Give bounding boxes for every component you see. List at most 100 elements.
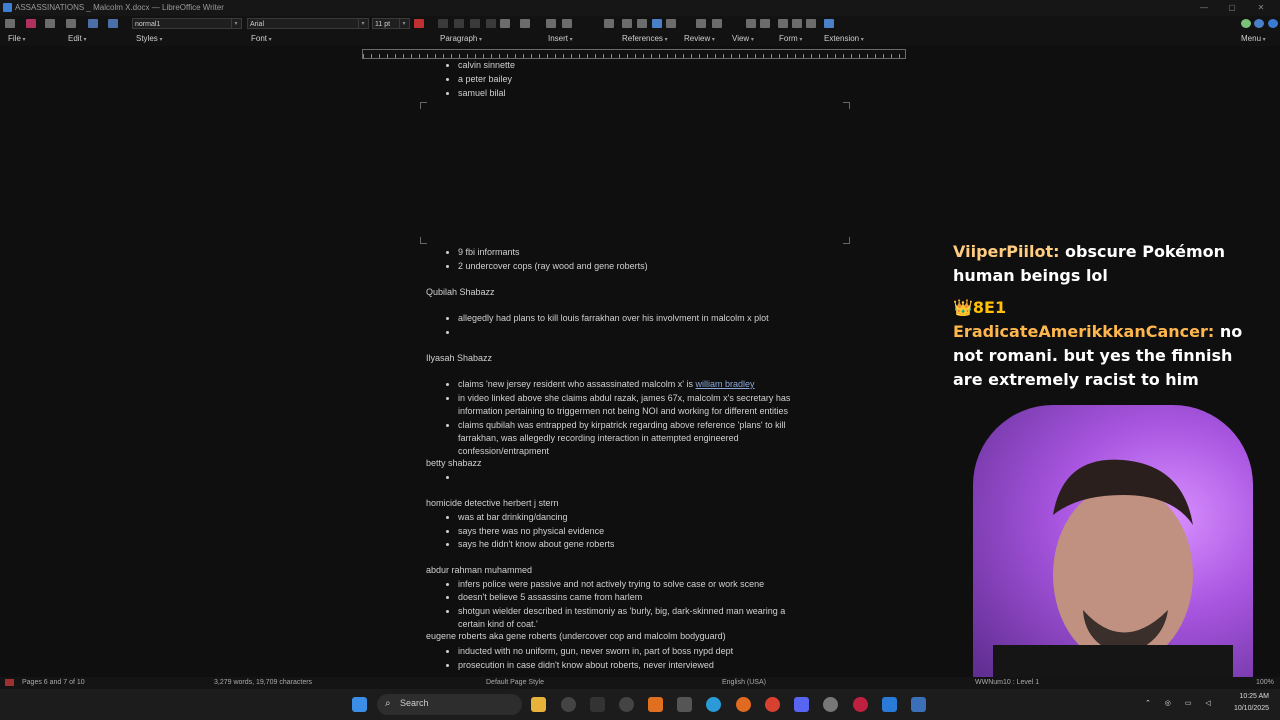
chevron-down-icon[interactable]: ▾ xyxy=(231,19,240,28)
section-heading: betty shabazz xyxy=(426,458,482,468)
menu-review[interactable]: Review xyxy=(684,34,715,43)
list-icon[interactable] xyxy=(500,19,510,28)
paragraph-style-combo[interactable]: normal1 ▾ xyxy=(132,18,242,29)
justify-icon[interactable] xyxy=(486,19,496,28)
app-icon[interactable] xyxy=(590,697,605,712)
align-right-icon[interactable] xyxy=(470,19,480,28)
list-item: prosecution in case didn't know about ro… xyxy=(458,660,714,670)
menu-paragraph[interactable]: Paragraph xyxy=(440,34,482,43)
obs-icon[interactable] xyxy=(823,697,838,712)
save-icon[interactable] xyxy=(26,19,36,28)
clock-time[interactable]: 10:25 AM xyxy=(1205,693,1269,700)
search-icon: ⌕ xyxy=(385,698,391,709)
extension-icon[interactable] xyxy=(824,19,834,28)
minimize-button[interactable]: — xyxy=(1195,2,1213,14)
list-item-continuation: certain kind of coat.' xyxy=(458,619,538,629)
insert-image-icon[interactable] xyxy=(546,19,556,28)
chevron-down-icon[interactable]: ▾ xyxy=(358,19,367,28)
list-bullet xyxy=(446,424,449,427)
app-icon[interactable] xyxy=(561,697,576,712)
vscode-icon[interactable] xyxy=(882,697,897,712)
horizontal-ruler[interactable] xyxy=(362,49,906,59)
user-icon[interactable] xyxy=(1254,19,1264,28)
search-placeholder: Search xyxy=(400,698,429,708)
zoom-level[interactable]: 100% xyxy=(1256,679,1274,686)
firefox-icon[interactable] xyxy=(736,697,751,712)
section-heading: eugene roberts aka gene roberts (underco… xyxy=(426,631,726,641)
open-icon[interactable] xyxy=(5,19,15,28)
list-item: claims qubilah was entrapped by kirpatri… xyxy=(458,420,786,430)
formatting-marks-icon[interactable] xyxy=(746,19,756,28)
page-break-icon[interactable] xyxy=(622,19,632,28)
clock-date[interactable]: 10/10/2025 xyxy=(1205,705,1269,712)
endnote-icon[interactable] xyxy=(666,19,676,28)
theme-icon[interactable] xyxy=(1241,19,1251,28)
align-left-icon[interactable] xyxy=(438,19,448,28)
insert-link-icon[interactable] xyxy=(637,19,647,28)
draw-line-icon[interactable] xyxy=(778,19,788,28)
align-center-icon[interactable] xyxy=(454,19,464,28)
maximize-button[interactable]: ▢ xyxy=(1223,2,1241,14)
help-icon[interactable] xyxy=(1268,19,1278,28)
list-item: doesn't believe 5 assassins came from ha… xyxy=(458,592,643,602)
page-corner-mark xyxy=(420,102,427,109)
app-icon[interactable] xyxy=(619,697,634,712)
insert-table-icon[interactable] xyxy=(562,19,572,28)
menu-font[interactable]: Font xyxy=(251,34,272,43)
page-count[interactable]: Pages 6 and 7 of 10 xyxy=(22,679,85,686)
menu-main[interactable]: Menu xyxy=(1241,34,1266,43)
spacing-icon[interactable] xyxy=(520,19,530,28)
windows-start-icon[interactable] xyxy=(352,697,367,712)
track-changes-icon[interactable] xyxy=(712,19,722,28)
william-bradley-link[interactable]: william bradley xyxy=(696,379,755,389)
menu-view[interactable]: View xyxy=(732,34,754,43)
menu-file[interactable]: File xyxy=(8,34,26,43)
font-size-combo[interactable]: 11 pt ▾ xyxy=(372,18,410,29)
list-bullet xyxy=(446,664,449,667)
print-icon[interactable] xyxy=(66,19,76,28)
basic-shapes-icon[interactable] xyxy=(792,19,802,28)
font-name-combo[interactable]: Arial ▾ xyxy=(247,18,369,29)
menu-extension[interactable]: Extension xyxy=(824,34,864,43)
special-character-icon[interactable] xyxy=(760,19,770,28)
menu-edit[interactable]: Edit xyxy=(68,34,86,43)
comment-icon[interactable] xyxy=(696,19,706,28)
list-bullet xyxy=(446,92,449,95)
checkbox-form-icon[interactable] xyxy=(806,19,816,28)
app-icon[interactable] xyxy=(677,697,692,712)
list-bullet xyxy=(446,397,449,400)
insert-field-icon[interactable] xyxy=(604,19,614,28)
list-bullet xyxy=(446,64,449,67)
menu-styles[interactable]: Styles xyxy=(136,34,162,43)
list-item: was at bar drinking/dancing xyxy=(458,512,568,522)
page-corner-mark xyxy=(843,237,850,244)
chrome-icon[interactable] xyxy=(765,697,780,712)
title-bar: ASSASSINATIONS _ Malcolm X.docx — LibreO… xyxy=(0,0,1280,16)
list-item-continuation: confession/entrapment xyxy=(458,446,550,456)
word-count[interactable]: 3,279 words, 19,709 characters xyxy=(214,679,312,686)
footnote-icon[interactable] xyxy=(652,19,662,28)
undo-icon[interactable] xyxy=(88,19,98,28)
vlc-icon[interactable] xyxy=(648,697,663,712)
page-style[interactable]: Default Page Style xyxy=(486,679,544,686)
taskbar-search[interactable]: ⌕ Search xyxy=(377,694,522,715)
chevron-down-icon[interactable]: ▾ xyxy=(399,19,408,28)
font-color-icon[interactable] xyxy=(414,19,424,28)
edge-icon[interactable] xyxy=(706,697,721,712)
writer-taskbar-icon[interactable] xyxy=(911,697,926,712)
language[interactable]: English (USA) xyxy=(722,679,766,686)
export-icon[interactable] xyxy=(45,19,55,28)
list-item-continuation: farrakhan, was allegedly recording inter… xyxy=(458,433,739,443)
list-bullet xyxy=(446,383,449,386)
status-bar: Pages 6 and 7 of 10 3,279 words, 19,709 … xyxy=(0,677,1280,689)
app-icon[interactable] xyxy=(853,697,868,712)
close-button[interactable]: ✕ xyxy=(1252,2,1270,14)
menu-references[interactable]: References xyxy=(622,34,668,43)
page-corner-mark xyxy=(420,237,427,244)
menu-form[interactable]: Form xyxy=(779,34,802,43)
discord-icon[interactable] xyxy=(794,697,809,712)
menu-insert[interactable]: Insert xyxy=(548,34,573,43)
redo-icon[interactable] xyxy=(108,19,118,28)
list-bullet xyxy=(446,317,449,320)
file-explorer-icon[interactable] xyxy=(531,697,546,712)
